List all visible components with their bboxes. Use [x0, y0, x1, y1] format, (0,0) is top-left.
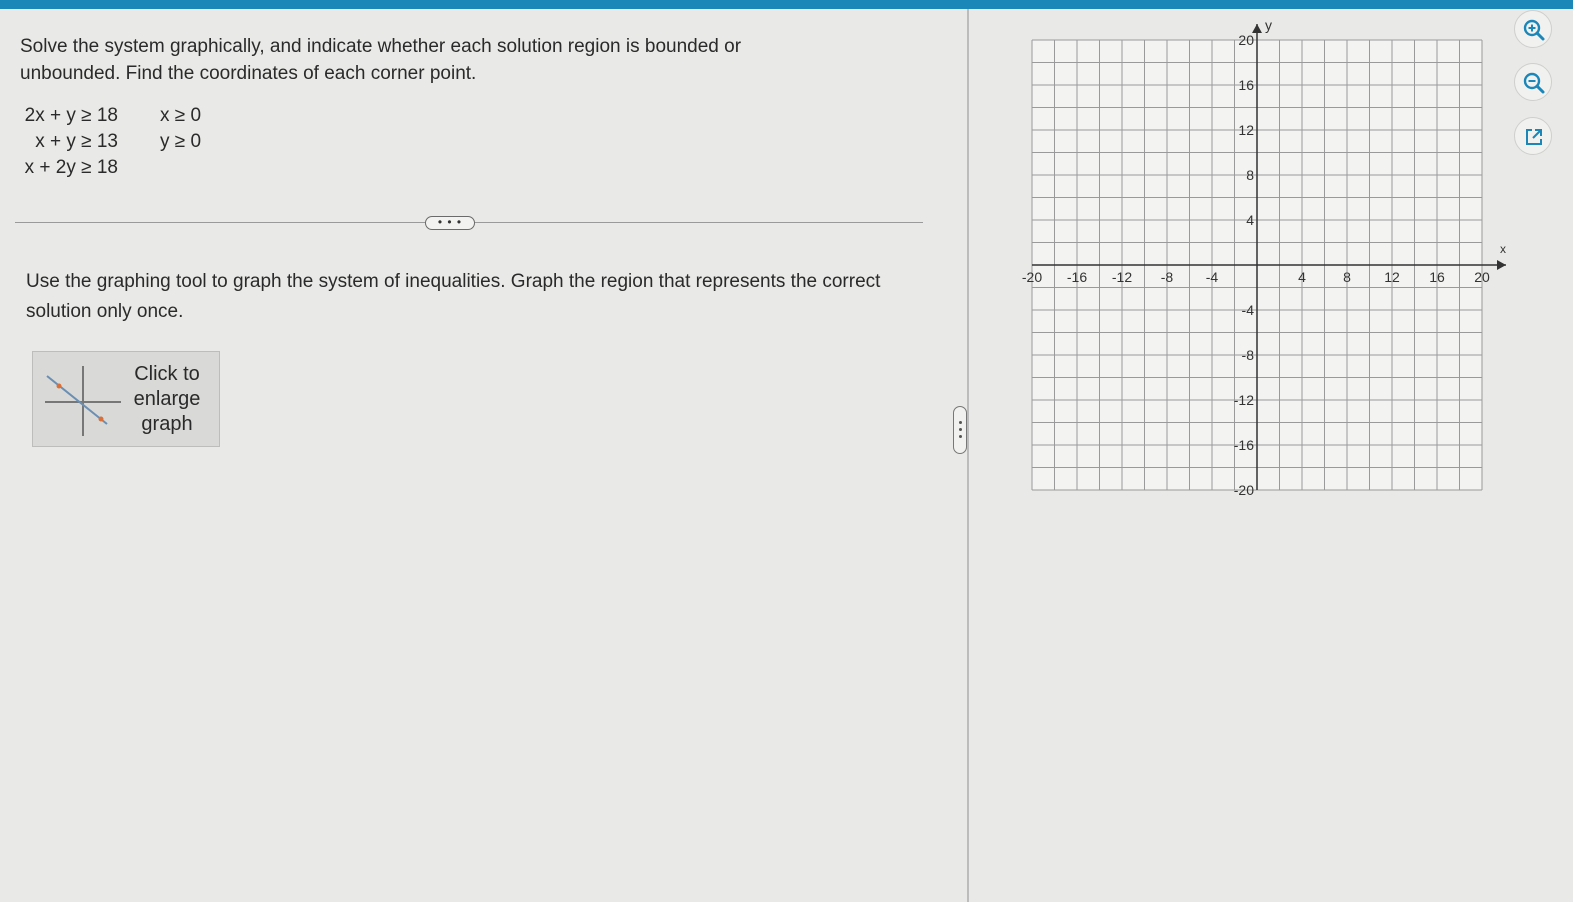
inequalities-left: 2x + y ≥ 18 x + y ≥ 13 x + 2y ≥ 18	[22, 103, 118, 181]
y-tick-label: -16	[1234, 437, 1254, 453]
zoom-in-icon	[1523, 19, 1545, 41]
x-tick-label: -8	[1161, 269, 1174, 285]
inequalities-right: x ≥ 0 y ≥ 0	[160, 103, 201, 155]
question-pane: Solve the system graphically, and indica…	[0, 9, 968, 902]
y-tick-label: 4	[1246, 212, 1254, 228]
open-external-button[interactable]	[1514, 117, 1552, 155]
x-tick-label: -4	[1206, 269, 1219, 285]
y-axis-label: y	[1265, 18, 1272, 33]
x-axis-arrow	[1497, 260, 1506, 270]
zoom-out-icon	[1523, 72, 1545, 94]
graph-thumbnail-icon	[45, 366, 121, 436]
y-tick-label: 8	[1246, 167, 1254, 183]
enlarge-label: Click to enlarge graph	[133, 363, 201, 435]
top-accent-bar	[0, 0, 1573, 9]
y-tick-label: -20	[1234, 482, 1254, 498]
x-tick-label: 8	[1343, 269, 1351, 285]
splitter-handle[interactable]	[953, 406, 967, 454]
x-tick-label: -16	[1067, 269, 1087, 285]
enlarge-graph-button[interactable]: Click to enlarge graph	[32, 351, 220, 447]
x-tick-label: -20	[1022, 269, 1042, 285]
zoom-out-button[interactable]	[1514, 63, 1552, 101]
inequality: 2x + y ≥ 18	[24, 105, 118, 126]
inequality: x + 2y ≥ 18	[24, 157, 118, 178]
coordinate-grid[interactable]: x y -20 -16 -12 -8 -4 4 8 12 16 20 20 16 12 8 4 -4 -8 -12 -1…	[1010, 18, 1510, 498]
x-tick-label: 12	[1384, 269, 1400, 285]
x-tick-label: 4	[1298, 269, 1306, 285]
x-tick-label: -12	[1112, 269, 1132, 285]
inequality: x ≥ 0	[160, 105, 202, 126]
y-tick-label: -4	[1242, 302, 1255, 318]
y-tick-label: -12	[1234, 392, 1254, 408]
y-tick-label: 16	[1238, 77, 1254, 93]
expand-more-button[interactable]: • • •	[425, 216, 475, 230]
y-tick-label: -8	[1242, 347, 1255, 363]
inequality: y ≥ 0	[160, 131, 202, 152]
y-tick-label: 20	[1238, 32, 1254, 48]
pane-splitter[interactable]	[967, 9, 969, 902]
zoom-in-button[interactable]	[1514, 10, 1552, 48]
external-link-icon	[1526, 129, 1542, 145]
y-tick-label: 12	[1238, 122, 1254, 138]
instructions-text: Use the graphing tool to graph the syste…	[26, 271, 881, 322]
problem-statement: Solve the system graphically, and indica…	[20, 36, 742, 84]
inequality: x + y ≥ 13	[35, 131, 118, 152]
x-axis-label: x	[1500, 242, 1506, 256]
x-tick-label: 16	[1429, 269, 1445, 285]
x-tick-label: 20	[1474, 269, 1490, 285]
